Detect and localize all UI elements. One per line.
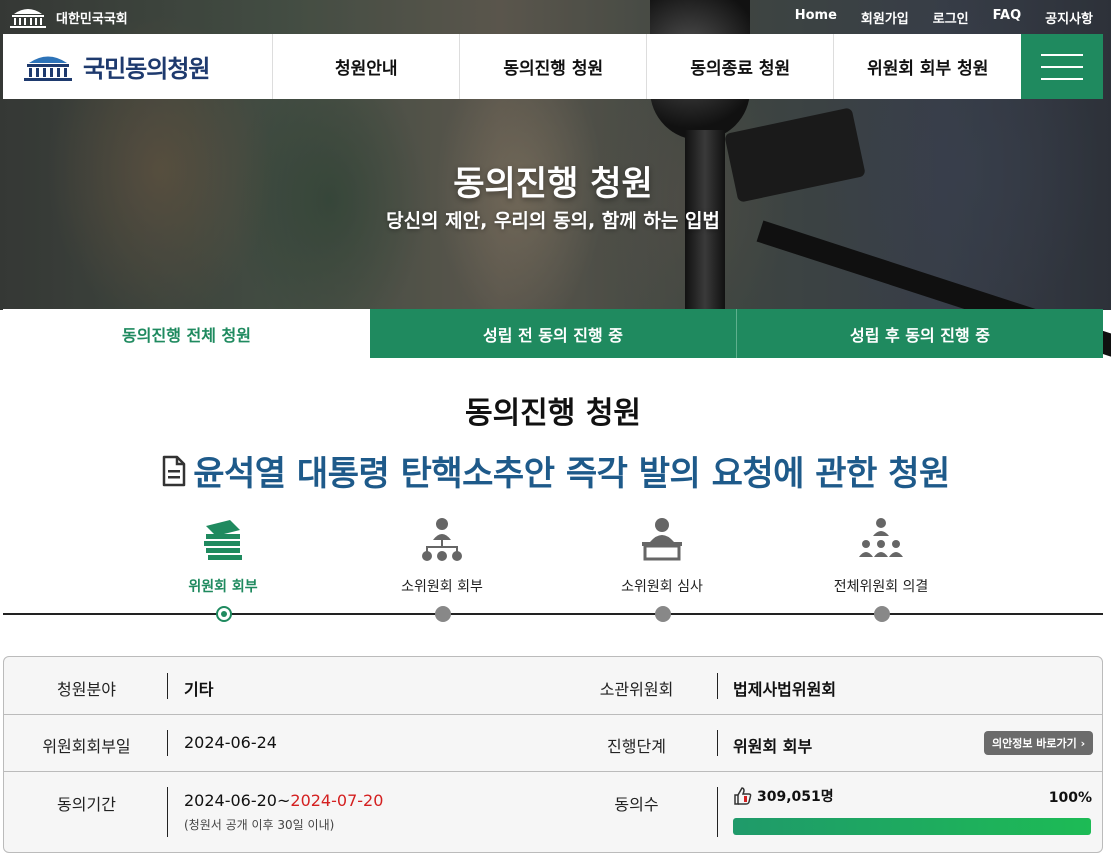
period-range: 2024-06-20~2024-07-20 <box>184 791 383 810</box>
nav-item-closed[interactable]: 동의종료 청원 <box>647 34 835 99</box>
faq-link[interactable]: FAQ <box>993 8 1022 27</box>
petition-tabs: 동의진행 전체 청원 성립 전 동의 진행 중 성립 후 동의 진행 중 <box>3 309 1103 358</box>
period-start: 2024-06-20~ <box>184 791 291 810</box>
committee-label: 소관위원회 <box>599 680 674 699</box>
menu-line <box>1041 53 1084 56</box>
bill-info-label: 의안정보 바로가기 <box>992 737 1077 750</box>
login-link[interactable]: 로그인 <box>933 8 969 27</box>
stage-label: 진행단계 <box>607 737 666 756</box>
menu-line <box>1041 77 1084 80</box>
menu-line <box>1041 65 1084 68</box>
assembly-name: 대한민국국회 <box>56 11 128 27</box>
tab-all-ongoing[interactable]: 동의진행 전체 청원 <box>3 309 370 358</box>
chevron-right-icon: › <box>1080 737 1086 750</box>
step-label: 위원회 회부 <box>188 579 258 595</box>
refer-date-label: 위원회회부일 <box>42 737 131 756</box>
hero-title: 동의진행 청원 <box>453 164 653 204</box>
petition-heading: 윤석열 대통령 탄핵소추안 즉각 발의 요청에 관한 청원 <box>0 446 1111 495</box>
refer-date-value: 2024-06-24 <box>184 733 277 752</box>
signup-link[interactable]: 회원가입 <box>861 8 909 27</box>
section-title: 동의진행 청원 <box>464 396 642 431</box>
utility-links: Home 회원가입 로그인 FAQ 공지사항 <box>795 8 1093 27</box>
divider <box>167 787 168 837</box>
tab-after-established[interactable]: 성립 후 동의 진행 중 <box>737 309 1103 358</box>
info-row-period: 동의기간 2024-06-20~2024-07-20 (청원서 공개 이후 30… <box>4 772 1102 852</box>
step-marker <box>655 606 671 622</box>
tab-before-established[interactable]: 성립 전 동의 진행 중 <box>370 309 737 358</box>
divider <box>717 730 718 756</box>
assembly-building-icon <box>10 9 46 28</box>
percent-label: 100% <box>1048 790 1092 806</box>
bill-info-button[interactable]: 의안정보 바로가기 › <box>984 731 1094 755</box>
assembly-logo-icon <box>24 56 72 81</box>
assembly-brand[interactable]: 대한민국국회 <box>8 6 128 28</box>
field-label: 청원분야 <box>57 680 116 699</box>
documents-icon <box>204 520 242 560</box>
org-chart-icon <box>422 518 462 561</box>
stage-value: 위원회 회부 <box>733 737 813 756</box>
step-label: 소위원회 심사 <box>621 579 703 595</box>
nav-item-guide[interactable]: 청원안내 <box>273 34 461 99</box>
site-logo-text: 국민동의청원 <box>83 55 210 83</box>
petition-info-table: 청원분야 기타 소관위원회 법제사법위원회 위원회회부일 2024-06-24 … <box>3 656 1103 853</box>
hero-subtitle: 당신의 제안, 우리의 동의, 함께 하는 입법 <box>386 210 720 232</box>
committee-value: 법제사법위원회 <box>733 680 837 699</box>
notice-link[interactable]: 공지사항 <box>1045 8 1093 27</box>
progress-track <box>3 613 1103 615</box>
count-value: 309,051명 <box>757 789 834 805</box>
step-subcommittee-review: 소위원회 심사 <box>562 510 762 596</box>
assembly-icon <box>859 518 903 557</box>
petition-title: 윤석열 대통령 탄핵소추안 즉각 발의 요청에 관한 청원 <box>193 454 950 494</box>
divider <box>717 787 718 837</box>
step-full-committee-vote: 전체위원회 의결 <box>781 510 981 596</box>
info-row-referral: 위원회회부일 2024-06-24 진행단계 위원회 회부 의안정보 바로가기 … <box>4 715 1102 772</box>
main-nav: 국민동의청원 청원안내 동의진행 청원 동의종료 청원 위원회 회부 청원 <box>3 34 1103 99</box>
divider <box>717 673 718 699</box>
hamburger-menu-button[interactable] <box>1021 34 1103 99</box>
nav-item-ongoing[interactable]: 동의진행 청원 <box>460 34 648 99</box>
period-end: 2024-07-20 <box>290 791 384 810</box>
podium-icon <box>642 518 682 561</box>
divider <box>167 673 168 699</box>
divider <box>167 730 168 756</box>
utility-bar: 대한민국국회 Home 회원가입 로그인 FAQ 공지사항 <box>0 0 1111 34</box>
step-label: 소위원회 회부 <box>401 579 483 595</box>
nav-item-committee[interactable]: 위원회 회부 청원 <box>834 34 1021 99</box>
count-label: 동의수 <box>614 795 659 814</box>
thumbs-up-icon <box>734 787 752 805</box>
field-value: 기타 <box>184 680 214 699</box>
info-row-field: 청원분야 기타 소관위원회 법제사법위원회 <box>4 657 1102 715</box>
step-marker <box>435 606 451 622</box>
period-label: 동의기간 <box>57 795 116 814</box>
step-marker <box>874 606 890 622</box>
step-label: 전체위원회 의결 <box>833 579 929 595</box>
step-committee-referral: 위원회 회부 <box>123 510 323 596</box>
consent-progress-bar <box>733 818 1091 835</box>
document-icon <box>162 455 186 486</box>
site-logo[interactable]: 국민동의청원 <box>3 34 274 99</box>
period-note: (청원서 공개 이후 30일 이내) <box>184 818 335 832</box>
count-display: 309,051명 <box>733 786 834 806</box>
step-marker-active <box>216 606 232 622</box>
step-subcommittee-referral: 소위원회 회부 <box>342 510 542 596</box>
home-link[interactable]: Home <box>795 8 837 27</box>
consent-progress-fill <box>733 818 1091 835</box>
